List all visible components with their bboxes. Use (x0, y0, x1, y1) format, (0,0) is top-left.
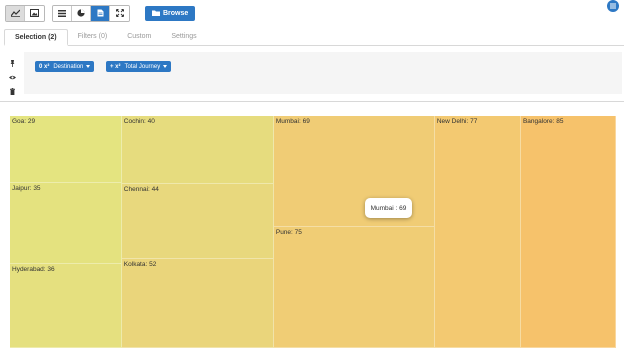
treemap-cell-label: Pune: 75 (275, 229, 302, 237)
hamburger-icon (610, 3, 616, 9)
line-chart-icon (10, 9, 20, 17)
folder-icon (152, 10, 160, 16)
treemap-cell-label: Jaipur: 35 (12, 185, 41, 193)
chart-tooltip: Mumbai : 69 (365, 198, 412, 218)
shelf-side-icons (8, 56, 16, 98)
chart-type-group (52, 4, 130, 22)
list-button[interactable] (53, 5, 72, 21)
delete-button[interactable] (8, 84, 16, 98)
hamburger-menu-button[interactable] (607, 0, 619, 12)
pie-icon (77, 9, 85, 17)
pie-button[interactable] (72, 5, 91, 21)
divider (0, 101, 624, 102)
treemap-cell-chennai[interactable]: Chennai: 44 (121, 184, 274, 260)
treemap-cell-kolkata[interactable]: Kolkata: 52 (121, 259, 274, 348)
treemap-cell-cochin[interactable]: Cochin: 40 (121, 116, 274, 185)
treemap-cell-label: New Delhi: 77 (436, 118, 478, 125)
pill-prefix: + x² (110, 63, 121, 70)
expand-icon (115, 9, 124, 17)
selection-shelf (24, 52, 622, 94)
expand-button[interactable] (110, 5, 129, 21)
destination-pill[interactable]: 0 x² Destination (35, 61, 95, 72)
treemap-cell-pune[interactable]: Pune: 75 (273, 227, 435, 348)
treemap-cell-label: Kolkata: 52 (123, 261, 157, 269)
treemap-cell-label: Goa: 29 (12, 118, 36, 125)
pin-button[interactable] (8, 56, 16, 70)
caret-down-icon (163, 65, 168, 68)
pill-prefix: 0 x² (39, 63, 50, 70)
tab-selection[interactable]: Selection (2) (4, 29, 68, 46)
document-button[interactable] (91, 5, 110, 21)
visibility-button[interactable] (8, 70, 16, 84)
treemap-cell-label: Bangalore: 85 (522, 118, 564, 125)
line-chart-button[interactable] (6, 5, 25, 21)
browse-button[interactable]: Browse (145, 5, 196, 21)
treemap-cell-new-delhi[interactable]: New Delhi: 77 (434, 116, 521, 348)
browse-label: Browse (163, 9, 189, 17)
total-journey-pill[interactable]: + x² Total Journey (106, 61, 172, 72)
view-toggle-group (5, 4, 45, 22)
tab-bar: Selection (2) Filters (0) Custom Setting… (4, 29, 624, 46)
tab-filters[interactable]: Filters (0) (68, 29, 118, 45)
eye-icon (8, 75, 16, 79)
treemap-cell-bangalore[interactable]: Bangalore: 85 (520, 116, 616, 348)
list-icon (58, 9, 66, 17)
caret-down-icon (86, 65, 91, 68)
pill-label: Destination (53, 63, 84, 70)
pin-icon (10, 59, 14, 67)
tab-custom[interactable]: Custom (117, 29, 161, 45)
treemap-cell-jaipur[interactable]: Jaipur: 35 (10, 183, 122, 265)
pill-label: Total Journey (124, 63, 161, 70)
image-icon (30, 9, 39, 17)
toolbar: Browse (5, 4, 196, 22)
document-icon (97, 9, 103, 17)
treemap-cell-label: Hyderabad: 36 (12, 266, 55, 274)
image-button[interactable] (25, 5, 44, 21)
treemap-cell-hyderabad[interactable]: Hyderabad: 36 (10, 264, 122, 348)
trash-icon (9, 87, 15, 95)
treemap-cell-label: Cochin: 40 (123, 118, 155, 125)
tab-settings[interactable]: Settings (161, 29, 206, 45)
treemap-chart: Goa: 29 Jaipur: 35 Hyderabad: 36 Cochin: 40… (10, 116, 616, 348)
treemap-cell-goa[interactable]: Goa: 29 (10, 116, 122, 184)
treemap-cell-label: Mumbai: 69 (275, 118, 310, 125)
treemap-cell-label: Chennai: 44 (123, 186, 159, 194)
